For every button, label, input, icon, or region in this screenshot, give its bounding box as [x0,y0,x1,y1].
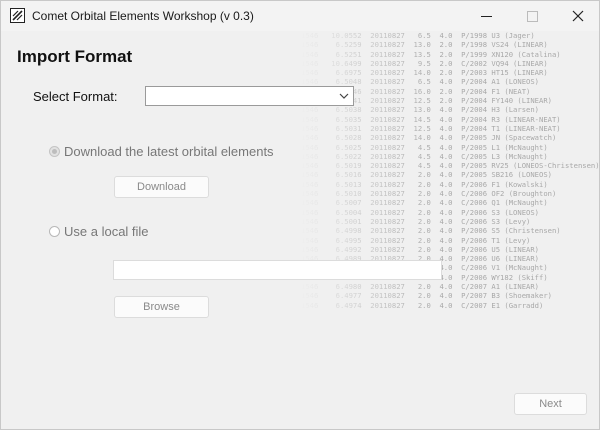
background-listing-line: 1546 6.5004 20110827 2.0 4.0 P/2006 S3 (… [301,207,539,217]
background-listing-line: 1546 6.5019 20110827 4.5 4.0 P/2005 RV25… [301,161,600,171]
local-file-path-input[interactable] [113,260,442,280]
title-bar[interactable]: Comet Orbital Elements Workshop (v 0.3) [1,1,599,31]
background-listing-line: 1546 6.4998 20110827 2.0 4.0 P/2006 S5 (… [301,226,561,236]
background-listing-line: 1546 6.6975 20110827 14.0 2.0 P/2003 HT1… [301,68,548,78]
background-listing-line: 1546 6.4974 20110827 2.0 4.0 C/2007 E1 (… [301,300,544,310]
page-title: Import Format [17,47,133,66]
background-listing-line: 1546 6.5259 20110827 13.0 2.0 P/1998 VS2… [301,40,548,50]
local-file-option[interactable]: Use a local file [49,224,149,239]
local-file-radio[interactable] [49,226,60,237]
download-button[interactable]: Download [114,176,209,198]
background-listing-line: 1546 6.5016 20110827 2.0 4.0 P/2005 SB21… [301,170,552,180]
download-option[interactable]: Download the latest orbital elements [49,144,274,159]
background-listing-line: 1546 6.5025 20110827 4.5 4.0 P/2005 L1 (… [301,142,548,152]
background-listing-line: 1546 6.5001 20110827 2.0 4.0 C/2006 S3 (… [301,216,531,226]
maximize-icon [526,10,538,22]
background-listing-line: 1546 6.5031 20110827 12.5 4.0 P/2004 T1 … [301,123,561,133]
background-listing-line: 1546 6.5038 20110827 13.0 4.0 P/2004 H3 … [301,105,539,115]
background-listing-line: 1546 6.5022 20110827 4.5 4.0 C/2005 L3 (… [301,151,548,161]
background-listing-line: 1546 6.5028 20110827 14.0 4.0 P/2005 JN … [301,133,557,143]
background-listing-line: 1546 10.0552 20110827 6.5 4.0 P/1998 U3 … [301,31,535,40]
minimize-icon [480,15,492,17]
background-listing-line: 1546 6.5013 20110827 2.0 4.0 P/2006 F1 (… [301,179,548,189]
browse-button[interactable]: Browse [114,296,209,318]
background-listing-line: 1546 6.4980 20110827 2.0 4.0 C/2007 A1 (… [301,282,539,292]
close-button[interactable] [555,1,599,31]
format-select[interactable] [145,86,354,106]
background-elements-listing: 1546 10.0552 20110827 6.5 4.0 P/1998 U3 … [301,31,600,331]
close-icon [572,10,584,22]
maximize-button[interactable] [509,1,555,31]
background-listing-line: 1546 6.4977 20110827 2.0 4.0 P/2007 B3 (… [301,291,552,301]
background-listing-line: 1546 6.5007 20110827 2.0 4.0 C/2006 Q1 (… [301,198,548,208]
chevron-down-icon [339,93,349,99]
background-listing-line: 1546 10.6499 20110827 9.5 2.0 C/2002 VQ9… [301,58,548,68]
next-button[interactable]: Next [514,393,587,415]
download-radio[interactable] [49,146,60,157]
comet-app-icon [10,8,25,23]
window-title: Comet Orbital Elements Workshop (v 0.3) [32,9,254,23]
minimize-button[interactable] [463,1,509,31]
app-window: Comet Orbital Elements Workshop (v 0.3) … [0,0,600,430]
local-file-option-label: Use a local file [64,224,149,239]
background-listing-line: 1546 6.5035 20110827 14.5 4.0 P/2004 R3 … [301,114,561,124]
select-format-label: Select Format: [33,89,118,104]
background-listing-line: 1546 6.5251 20110827 13.5 2.0 P/1999 XN1… [301,49,561,59]
background-listing-line: 1546 6.5010 20110827 2.0 4.0 C/2006 OF2 … [301,189,557,199]
background-listing-line: 1546 6.4995 20110827 2.0 4.0 P/2006 T1 (… [301,235,531,245]
background-listing-line: 1546 6.4992 20110827 2.0 4.0 P/2006 U5 (… [301,244,539,254]
download-option-label: Download the latest orbital elements [64,144,274,159]
